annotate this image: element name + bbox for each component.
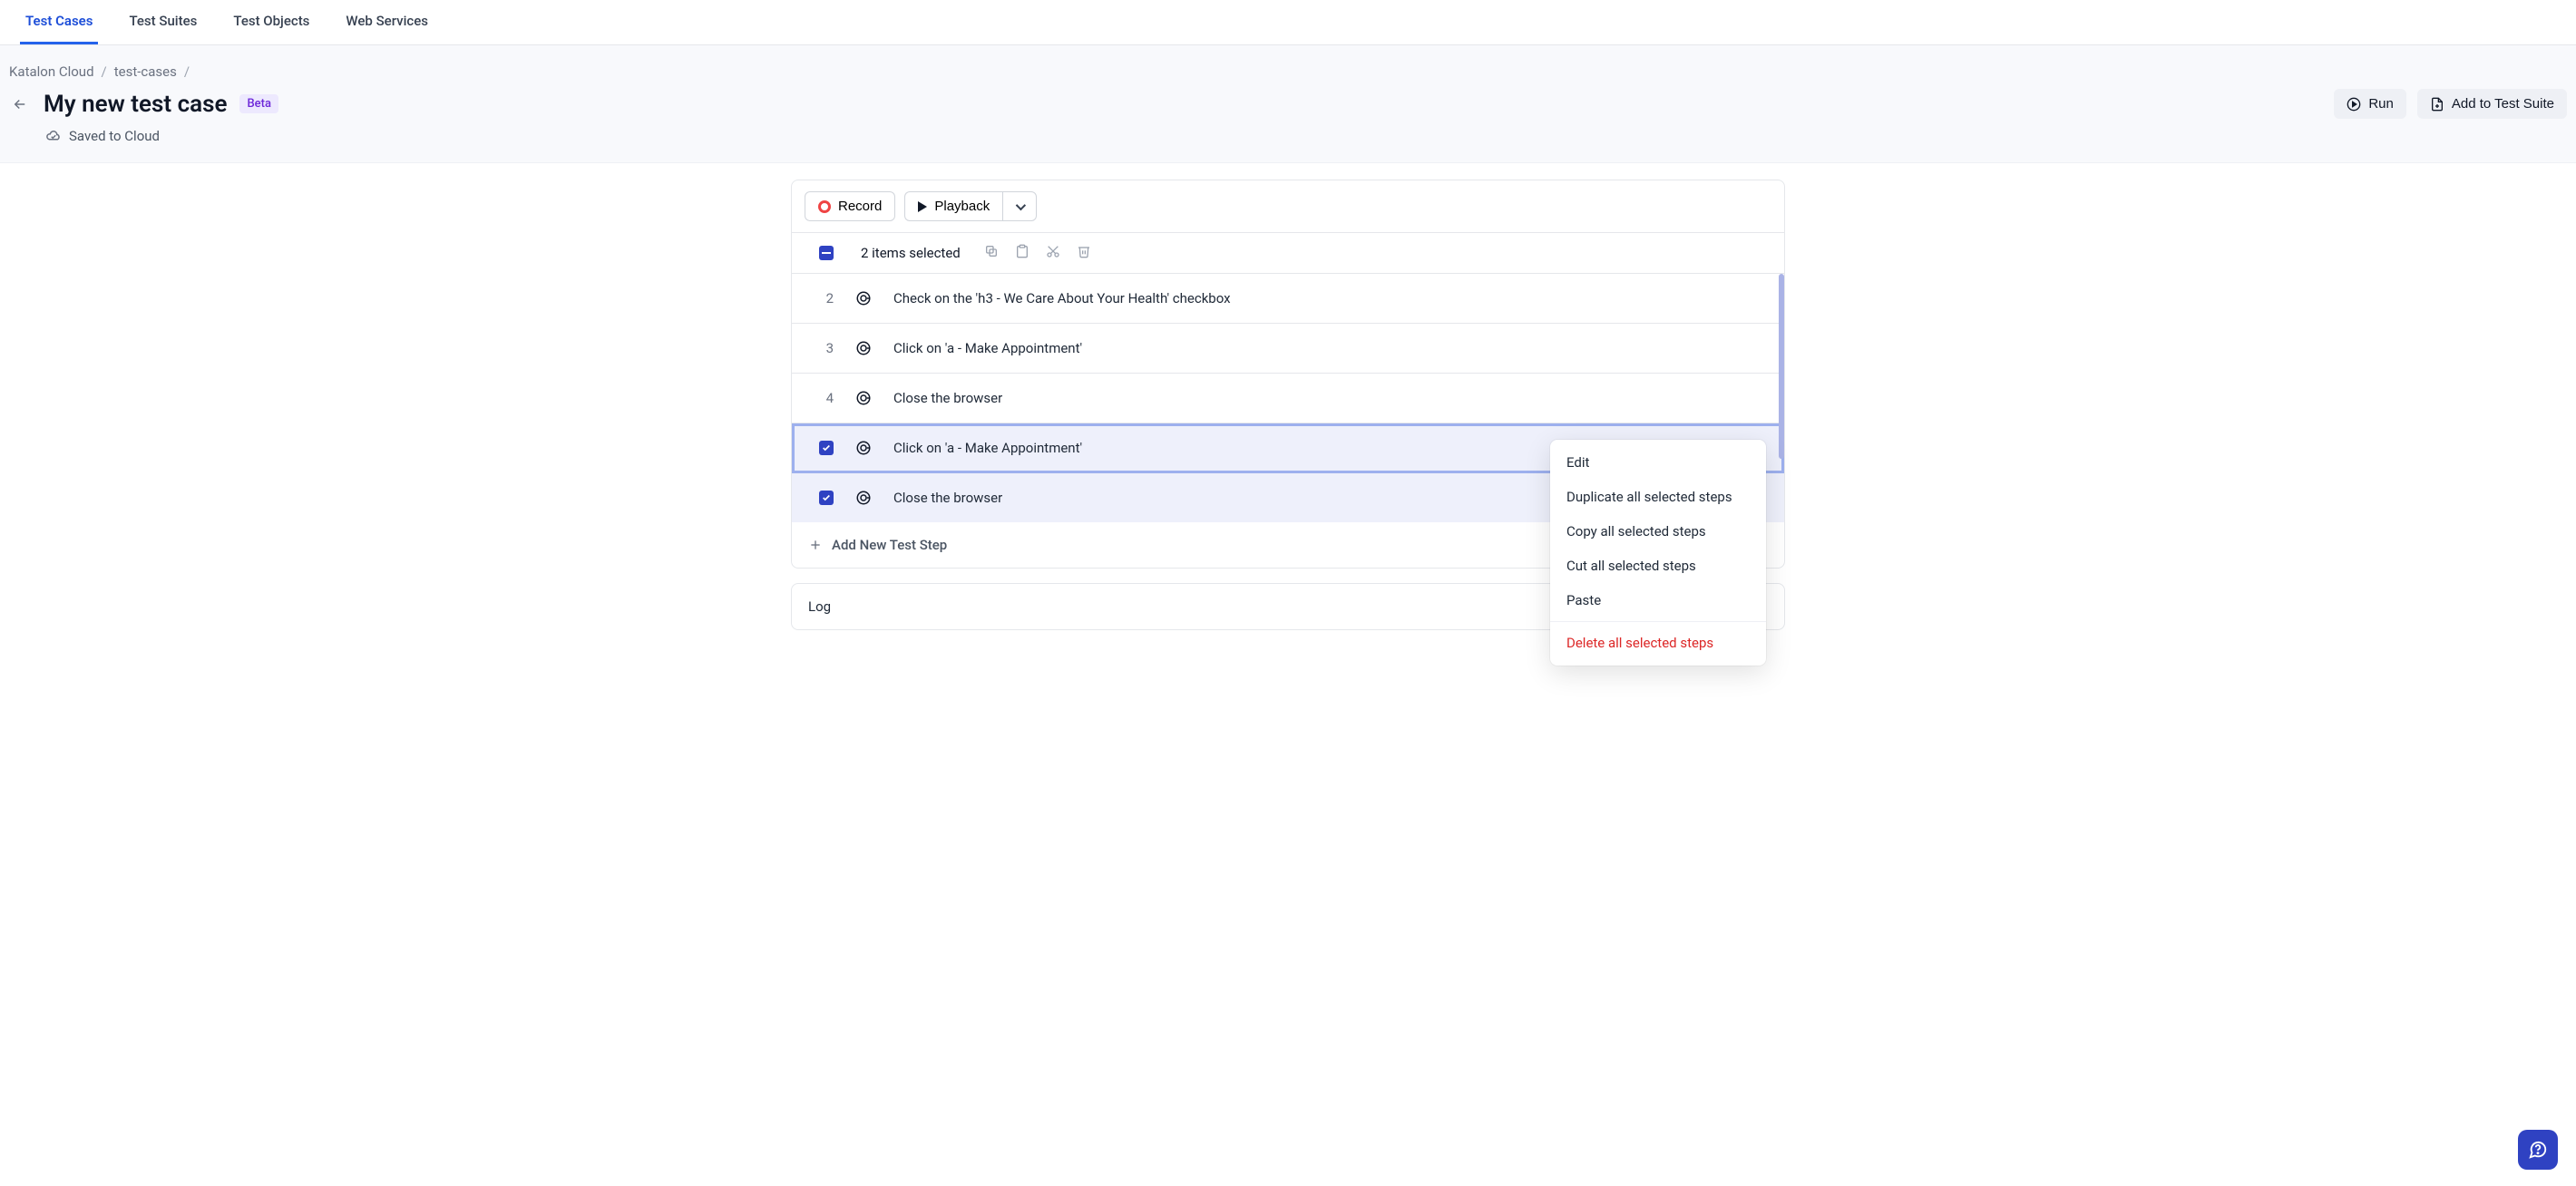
record-button[interactable]: Record	[805, 191, 895, 221]
help-icon	[2528, 1140, 2548, 1160]
play-circle-icon	[2347, 97, 2361, 112]
target-icon	[855, 490, 872, 506]
step-text: Click on 'a - Make Appointment'	[893, 340, 1082, 356]
step-index: 3	[819, 340, 834, 356]
playback-group: Playback	[904, 191, 1037, 221]
tab-test-objects[interactable]: Test Objects	[228, 0, 315, 44]
page-header: Katalon Cloud / test-cases / My new test…	[0, 45, 2576, 163]
record-label: Record	[838, 199, 882, 214]
delete-icon[interactable]	[1077, 244, 1091, 262]
step-text: Close the browser	[893, 490, 1002, 506]
top-tabs: Test Cases Test Suites Test Objects Web …	[0, 0, 2576, 45]
playback-button[interactable]: Playback	[904, 191, 1002, 221]
target-icon	[855, 340, 872, 356]
target-icon	[855, 440, 872, 456]
selection-count: 2 items selected	[861, 245, 961, 261]
step-checkbox[interactable]	[819, 491, 834, 505]
breadcrumb: Katalon Cloud / test-cases /	[9, 63, 2567, 80]
step-index: 4	[819, 390, 834, 406]
target-icon	[855, 390, 872, 406]
tab-test-suites[interactable]: Test Suites	[123, 0, 202, 44]
help-fab[interactable]	[2518, 1130, 2558, 1170]
run-label: Run	[2368, 96, 2394, 112]
back-button[interactable]	[9, 93, 31, 115]
ctx-edit[interactable]: Edit	[1550, 445, 1766, 480]
file-plus-icon	[2430, 97, 2444, 112]
ctx-copy[interactable]: Copy all selected steps	[1550, 514, 1766, 549]
copy-icon[interactable]	[984, 244, 999, 262]
add-step-label: Add New Test Step	[832, 537, 947, 553]
playback-dropdown-button[interactable]	[1002, 191, 1037, 221]
cut-icon[interactable]	[1046, 244, 1060, 262]
step-checkbox[interactable]	[819, 441, 834, 455]
play-icon	[918, 201, 927, 212]
add-to-suite-label: Add to Test Suite	[2452, 96, 2554, 112]
add-to-test-suite-button[interactable]: Add to Test Suite	[2417, 89, 2567, 119]
record-icon	[818, 200, 831, 213]
saved-label: Saved to Cloud	[69, 128, 160, 144]
step-text: Click on 'a - Make Appointment'	[893, 440, 1082, 456]
step-row[interactable]: 3 Click on 'a - Make Appointment'	[792, 324, 1784, 374]
breadcrumb-item[interactable]: Katalon Cloud	[9, 63, 94, 80]
beta-badge: Beta	[239, 94, 278, 113]
breadcrumb-item[interactable]: test-cases	[114, 63, 177, 80]
playback-label: Playback	[934, 199, 990, 214]
breadcrumb-separator: /	[102, 63, 107, 80]
tab-test-cases[interactable]: Test Cases	[20, 0, 98, 44]
ctx-delete[interactable]: Delete all selected steps	[1550, 626, 1766, 660]
step-text: Check on the 'h3 - We Care About Your He…	[893, 290, 1231, 306]
log-label: Log	[808, 598, 831, 615]
chevron-down-icon	[1016, 199, 1026, 209]
ctx-duplicate[interactable]: Duplicate all selected steps	[1550, 480, 1766, 514]
main-content: Record Playback 2 items selected	[0, 163, 2576, 666]
step-row[interactable]: 4 Close the browser	[792, 374, 1784, 423]
card-toolbar: Record Playback	[792, 180, 1784, 233]
ctx-paste[interactable]: Paste	[1550, 583, 1766, 617]
run-button[interactable]: Run	[2334, 89, 2406, 119]
page-title: My new test case	[44, 91, 227, 118]
breadcrumb-separator: /	[184, 63, 190, 80]
step-row[interactable]: 2 Check on the 'h3 - We Care About Your …	[792, 274, 1784, 324]
test-steps-card: Record Playback 2 items selected	[791, 180, 1785, 569]
context-menu: Edit Duplicate all selected steps Copy a…	[1550, 440, 1766, 666]
paste-icon[interactable]	[1015, 244, 1029, 262]
tab-web-services[interactable]: Web Services	[340, 0, 434, 44]
selection-bar: 2 items selected	[792, 233, 1784, 274]
ctx-separator	[1550, 621, 1766, 622]
scrollbar[interactable]	[1779, 274, 1784, 459]
select-all-checkbox[interactable]	[819, 246, 834, 260]
plus-icon	[808, 538, 823, 552]
ctx-cut[interactable]: Cut all selected steps	[1550, 549, 1766, 583]
arrow-left-icon	[12, 96, 28, 112]
saved-status: Saved to Cloud	[9, 128, 2567, 144]
target-icon	[855, 290, 872, 306]
cloud-check-icon	[45, 128, 62, 144]
step-text: Close the browser	[893, 390, 1002, 406]
step-index: 2	[819, 290, 834, 306]
